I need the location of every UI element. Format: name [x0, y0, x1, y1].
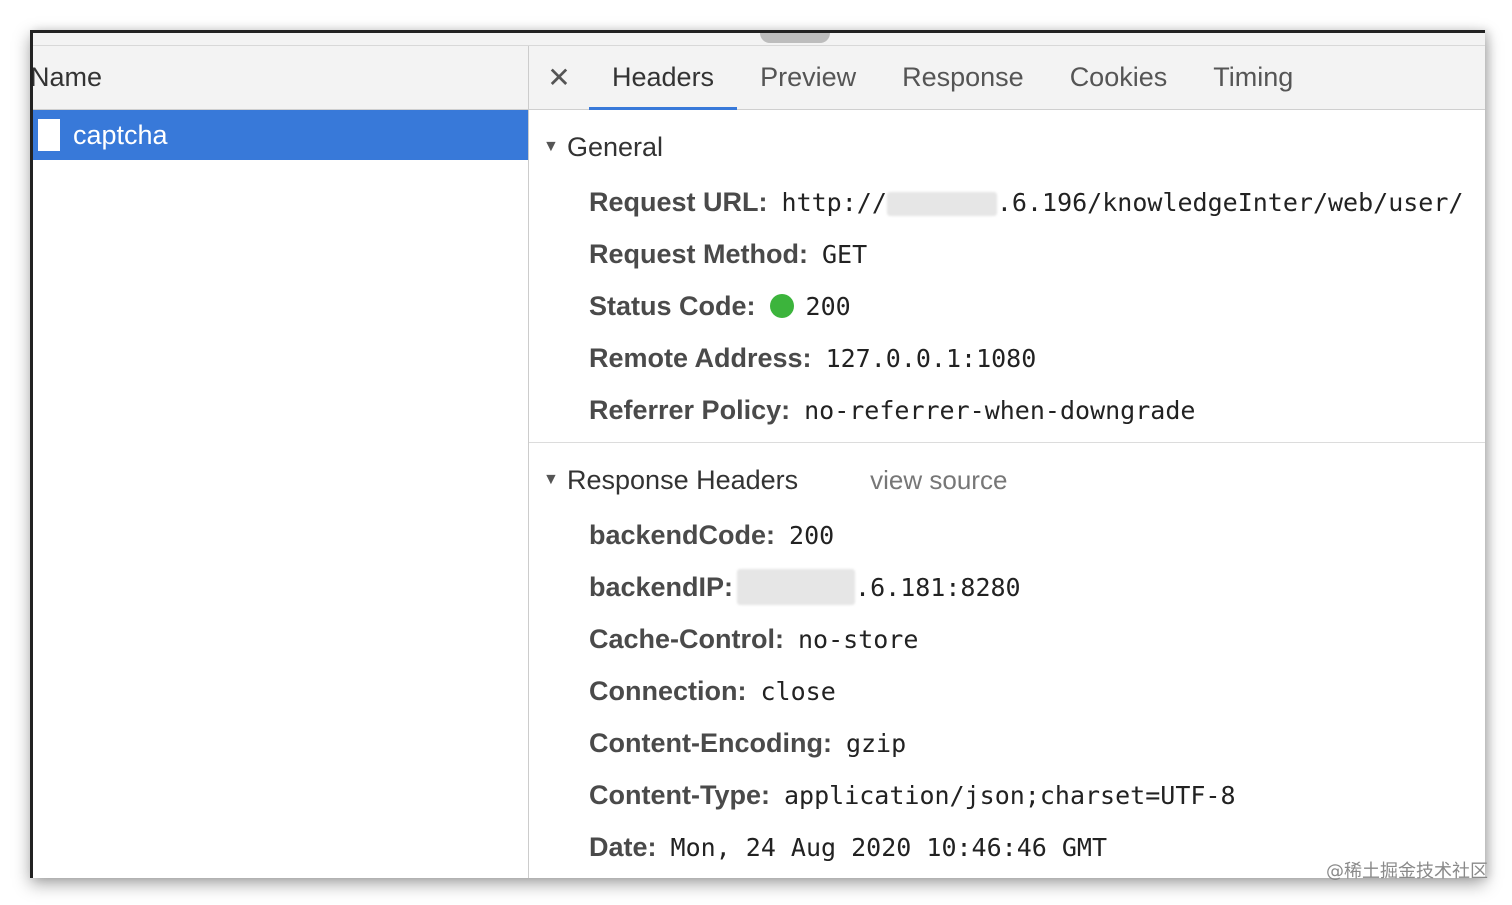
details-tab-bar: ✕ Headers Preview Response Cookies Timin… — [529, 46, 1485, 110]
request-method-value: GET — [822, 239, 868, 269]
response-headers-title: Response Headers — [567, 464, 799, 495]
request-list-panel: Name captcha — [33, 46, 529, 878]
redacted-ip — [737, 569, 856, 605]
request-details-panel: ✕ Headers Preview Response Cookies Timin… — [529, 46, 1485, 878]
header-value: 200 — [789, 520, 835, 550]
request-row-captcha[interactable]: captcha — [33, 110, 528, 160]
request-name: captcha — [73, 119, 168, 150]
tab-cookies-label: Cookies — [1069, 62, 1168, 92]
request-url-prefix: http:// — [781, 187, 887, 217]
header-key: backendCode: — [589, 519, 776, 550]
response-headers-section: ▼ Response Headers view source backendCo… — [529, 443, 1485, 873]
redacted-host — [886, 191, 997, 216]
request-url-row: Request URL: http:// .6.196/knowledgeInte… — [529, 176, 1485, 228]
triangle-down-icon: ▼ — [543, 138, 559, 155]
header-value: close — [760, 676, 836, 706]
header-row: Content-Encoding: gzip — [529, 717, 1485, 769]
tab-timing-label: Timing — [1213, 62, 1294, 92]
document-icon — [38, 119, 60, 151]
referrer-policy-key: Referrer Policy: — [589, 394, 791, 425]
general-section-header[interactable]: ▼ General — [529, 110, 1485, 184]
response-headers-section-header[interactable]: ▼ Response Headers view source — [529, 443, 1485, 517]
triangle-down-icon: ▼ — [543, 471, 559, 488]
header-value: gzip — [845, 728, 907, 758]
header-key: Content-Type: — [589, 779, 770, 810]
header-key: backendIP: — [589, 571, 734, 602]
general-section: ▼ General Request URL: http:// .6.196/kno… — [529, 110, 1485, 443]
header-value: .6.181:8280 — [855, 572, 1021, 602]
header-row: Content-Type: application/json;charset=U… — [529, 769, 1485, 821]
header-key: Connection: — [589, 675, 747, 706]
view-source-link[interactable]: view source — [870, 465, 1007, 496]
tab-preview[interactable]: Preview — [737, 46, 879, 109]
status-code-value: 200 — [805, 291, 851, 321]
tab-response[interactable]: Response — [879, 46, 1047, 109]
tab-preview-label: Preview — [760, 62, 857, 92]
tab-timing[interactable]: Timing — [1190, 46, 1316, 109]
devtools-window: Name captcha ✕ Headers Preview Response … — [30, 30, 1485, 878]
referrer-policy-value: no-referrer-when-downgrade — [804, 395, 1196, 425]
header-row: Cache-Control: no-store — [529, 613, 1485, 665]
header-key: Date: — [589, 831, 657, 862]
header-row: backendCode: 200 — [529, 509, 1485, 561]
name-column-header[interactable]: Name — [30, 46, 528, 110]
resize-handle[interactable] — [760, 33, 830, 43]
remote-address-row: Remote Address: 127.0.0.1:1080 — [529, 332, 1485, 384]
watermark: @稀土掘金技术社区 — [1326, 861, 1488, 882]
header-value: Mon, 24 Aug 2020 10:46:46 GMT — [670, 832, 1108, 862]
window-top-strip — [33, 33, 1485, 46]
header-value: application/json;charset=UTF-8 — [783, 780, 1236, 810]
header-value: no-store — [798, 624, 919, 654]
referrer-policy-row: Referrer Policy: no-referrer-when-downgr… — [529, 384, 1485, 436]
header-key: Cache-Control: — [589, 623, 784, 654]
status-ok-icon — [769, 294, 794, 318]
header-row: backendIP: .6.181:8280 — [529, 561, 1485, 613]
tab-headers[interactable]: Headers — [589, 46, 738, 110]
name-column-label: Name — [30, 62, 103, 92]
general-title: General — [567, 131, 664, 162]
status-code-key: Status Code: — [589, 290, 756, 321]
header-row: Connection: close — [529, 665, 1485, 717]
header-key: Content-Encoding: — [589, 727, 832, 758]
remote-address-key: Remote Address: — [589, 342, 812, 373]
close-icon[interactable]: ✕ — [529, 46, 589, 109]
status-code-row: Status Code: 200 — [529, 280, 1485, 332]
tab-cookies[interactable]: Cookies — [1047, 46, 1191, 109]
remote-address-value: 127.0.0.1:1080 — [825, 343, 1037, 373]
request-url-key: Request URL: — [589, 186, 768, 217]
tab-headers-label: Headers — [612, 62, 715, 92]
request-url-suffix: .6.196/knowledgeInter/web/user/ — [996, 187, 1464, 217]
request-url-value: http:// .6.196/knowledgeInter/web/user/ — [782, 188, 1464, 217]
tab-response-label: Response — [902, 62, 1024, 92]
request-method-row: Request Method: GET — [529, 228, 1485, 280]
request-method-key: Request Method: — [589, 238, 808, 269]
